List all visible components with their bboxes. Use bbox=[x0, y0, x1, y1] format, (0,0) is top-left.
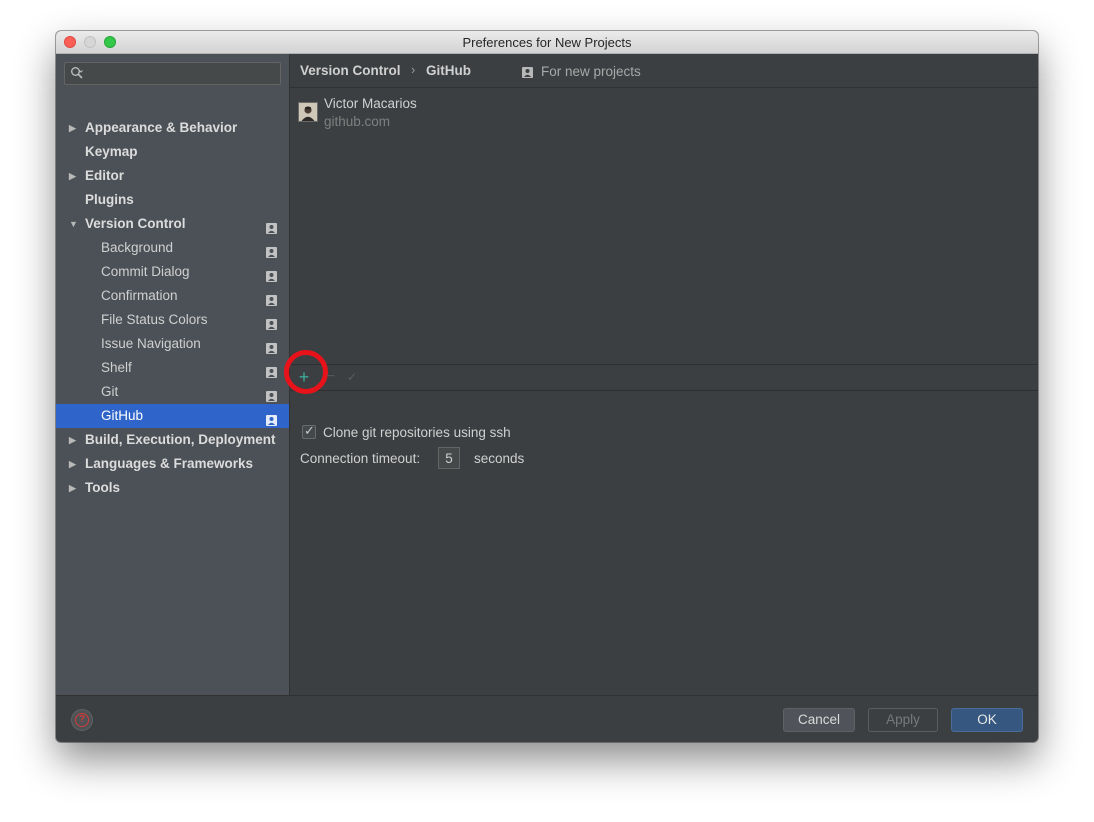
sidebar-item-keymap[interactable]: Keymap bbox=[56, 140, 289, 164]
project-scope-icon bbox=[522, 66, 533, 81]
plus-icon: + bbox=[298, 367, 310, 387]
add-account-button[interactable]: + bbox=[284, 350, 328, 394]
sidebar-item-label: Build, Execution, Deployment bbox=[85, 432, 276, 447]
sidebar-item-file-status-colors[interactable]: File Status Colors bbox=[56, 308, 289, 332]
settings-content: Version Control › GitHub For new project… bbox=[284, 54, 1038, 695]
help-icon: ? bbox=[75, 713, 89, 727]
expand-arrow-icon[interactable]: ▶ bbox=[69, 452, 76, 476]
sidebar-item-confirmation[interactable]: Confirmation bbox=[56, 284, 289, 308]
remove-account-button[interactable]: − bbox=[326, 365, 342, 390]
search-icon bbox=[70, 66, 84, 85]
breadcrumb-current: GitHub bbox=[426, 63, 471, 78]
window-title: Preferences for New Projects bbox=[462, 35, 632, 50]
sidebar-item-label: Appearance & Behavior bbox=[85, 120, 238, 135]
sidebar-item-git[interactable]: Git bbox=[56, 380, 289, 404]
sidebar-item-label: Issue Navigation bbox=[101, 336, 201, 351]
clone-ssh-checkbox[interactable]: ✓ bbox=[302, 423, 316, 439]
sidebar-item-background[interactable]: Background bbox=[56, 236, 289, 260]
timeout-label: Connection timeout: bbox=[300, 451, 421, 466]
sidebar-item-label: Confirmation bbox=[101, 288, 178, 303]
sidebar-item-github[interactable]: GitHub bbox=[56, 404, 289, 428]
avatar bbox=[298, 102, 318, 122]
sidebar-item-build-execution-deployment[interactable]: ▶ Build, Execution, Deployment bbox=[56, 428, 289, 452]
sidebar-item-label: Plugins bbox=[85, 192, 134, 207]
sidebar-item-shelf[interactable]: Shelf bbox=[56, 356, 289, 380]
sidebar-item-languages-frameworks[interactable]: ▶ Languages & Frameworks bbox=[56, 452, 289, 476]
accounts-list[interactable]: Victor Macarios github.com bbox=[290, 88, 1038, 364]
expand-arrow-icon[interactable]: ▶ bbox=[69, 428, 76, 452]
breadcrumb-parent[interactable]: Version Control bbox=[300, 63, 401, 78]
cancel-button[interactable]: Cancel bbox=[783, 708, 855, 732]
sidebar-item-tools[interactable]: ▶ Tools bbox=[56, 476, 289, 500]
sidebar-item-issue-navigation[interactable]: Issue Navigation bbox=[56, 332, 289, 356]
title-bar[interactable]: Preferences for New Projects bbox=[56, 31, 1038, 54]
breadcrumb: Version Control › GitHub For new project… bbox=[290, 54, 1038, 88]
sidebar-item-label: GitHub bbox=[101, 408, 144, 423]
sidebar-item-label: Tools bbox=[85, 480, 120, 495]
account-host: github.com bbox=[324, 114, 391, 129]
settings-search-input[interactable] bbox=[64, 62, 281, 85]
breadcrumb-separator: › bbox=[411, 62, 416, 77]
settings-sidebar: ▶ Appearance & Behavior Keymap ▶ Editor … bbox=[56, 54, 290, 695]
apply-button[interactable]: Apply bbox=[868, 708, 938, 732]
expand-arrow-icon[interactable]: ▶ bbox=[69, 164, 76, 188]
ok-button[interactable]: OK bbox=[951, 708, 1023, 732]
accounts-toolbar: + − ✓ bbox=[284, 350, 1038, 394]
timeout-unit: seconds bbox=[474, 451, 525, 466]
sidebar-item-label: Keymap bbox=[85, 144, 138, 159]
sidebar-item-version-control[interactable]: ▼ Version Control bbox=[56, 212, 289, 236]
scope-label: For new projects bbox=[541, 64, 641, 79]
sidebar-item-label: Languages & Frameworks bbox=[85, 456, 254, 471]
expand-arrow-icon[interactable]: ▶ bbox=[69, 116, 76, 140]
sidebar-item-label: File Status Colors bbox=[101, 312, 208, 327]
sidebar-item-label: Version Control bbox=[85, 216, 186, 231]
checkmark-icon: ✓ bbox=[304, 423, 315, 438]
sidebar-item-label: Shelf bbox=[101, 360, 132, 375]
sidebar-item-appearance-behavior[interactable]: ▶ Appearance & Behavior bbox=[56, 116, 289, 140]
clone-ssh-label[interactable]: Clone git repositories using ssh bbox=[323, 425, 511, 440]
set-default-account-button[interactable]: ✓ bbox=[347, 365, 363, 390]
checkmark-icon: ✓ bbox=[347, 370, 358, 384]
sidebar-item-label: Git bbox=[101, 384, 119, 399]
sidebar-item-commit-dialog[interactable]: Commit Dialog bbox=[56, 260, 289, 284]
sidebar-item-plugins[interactable]: Plugins bbox=[56, 188, 289, 212]
collapse-arrow-icon[interactable]: ▼ bbox=[69, 212, 78, 236]
account-name: Victor Macarios bbox=[324, 96, 417, 111]
dialog-footer: ? Cancel Apply OK bbox=[56, 695, 1038, 742]
timeout-input[interactable]: 5 bbox=[438, 447, 460, 469]
help-button[interactable]: ? bbox=[71, 709, 93, 731]
minus-icon: − bbox=[326, 368, 336, 385]
expand-arrow-icon[interactable]: ▶ bbox=[69, 476, 76, 500]
sidebar-item-label: Editor bbox=[85, 168, 124, 183]
preferences-window: Preferences for New Projects ▶ Appearanc… bbox=[56, 31, 1038, 742]
sidebar-item-label: Background bbox=[101, 240, 174, 255]
sidebar-item-editor[interactable]: ▶ Editor bbox=[56, 164, 289, 188]
sidebar-item-label: Commit Dialog bbox=[101, 264, 190, 279]
